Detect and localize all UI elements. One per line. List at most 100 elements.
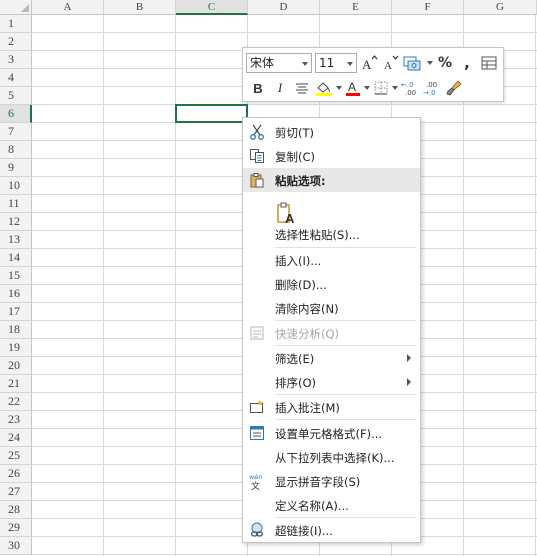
row-header[interactable]: 18: [0, 321, 32, 339]
row-header[interactable]: 12: [0, 213, 32, 231]
row-header[interactable]: 5: [0, 87, 32, 105]
bold-button[interactable]: B: [248, 78, 268, 98]
menu-item-cut[interactable]: 剪切(T): [243, 120, 420, 144]
font-name-value: 宋体: [250, 56, 275, 70]
menu-item-hyperlink[interactable]: 超链接(I)...: [243, 518, 420, 542]
row-header[interactable]: 23: [0, 411, 32, 429]
menu-item-label: 超链接(I)...: [275, 524, 333, 538]
menu-item-filter[interactable]: 筛选(E): [243, 346, 420, 370]
format-table-button[interactable]: [479, 53, 499, 73]
decrease-decimal-button[interactable]: .00 →.0: [422, 78, 442, 98]
row-header[interactable]: 17: [0, 303, 32, 321]
column-header-g[interactable]: G: [464, 0, 537, 15]
column-header-b[interactable]: B: [104, 0, 176, 15]
menu-item-delete[interactable]: 删除(D)...: [243, 272, 420, 296]
chevron-right-icon: [407, 378, 411, 386]
column-header-a[interactable]: A: [32, 0, 104, 15]
row-header[interactable]: 8: [0, 141, 32, 159]
percent-style-button[interactable]: %: [435, 53, 455, 73]
font-name-select[interactable]: 宋体: [246, 53, 312, 73]
hyperlink-icon: [248, 521, 266, 539]
chevron-right-icon: [407, 354, 411, 362]
menu-item-label: 复制(C): [275, 150, 316, 164]
menu-item-sort[interactable]: 排序(O): [243, 370, 420, 394]
decrease-font-icon: A: [384, 55, 399, 72]
row-header[interactable]: 11: [0, 195, 32, 213]
grid-line: [32, 554, 537, 555]
menu-item-paste-special[interactable]: 选择性粘贴(S)...: [243, 222, 420, 246]
fill-color-button[interactable]: [314, 78, 342, 98]
row-header[interactable]: 3: [0, 51, 32, 69]
comma-style-button[interactable]: ,: [457, 53, 477, 73]
grid-line: [535, 15, 536, 556]
column-header-e[interactable]: E: [320, 0, 392, 15]
row-header[interactable]: 6: [0, 105, 32, 123]
italic-button[interactable]: I: [270, 78, 290, 98]
row-header[interactable]: 1: [0, 15, 32, 33]
row-header[interactable]: 7: [0, 123, 32, 141]
menu-item-label: 显示拼音字段(S): [275, 475, 361, 489]
row-header[interactable]: 20: [0, 357, 32, 375]
row-header[interactable]: 29: [0, 519, 32, 537]
menu-item-show-phonetic[interactable]: wén 文 显示拼音字段(S): [243, 469, 420, 493]
svg-text:wén: wén: [249, 473, 262, 481]
row-header[interactable]: 30: [0, 537, 32, 555]
phonetic-icon: wén 文: [248, 472, 266, 490]
accounting-format-icon: [403, 56, 421, 71]
active-cell-c6[interactable]: [175, 104, 250, 125]
row-header[interactable]: 10: [0, 177, 32, 195]
menu-item-pick-from-list[interactable]: 从下拉列表中选择(K)...: [243, 445, 420, 469]
menu-item-copy[interactable]: 复制(C): [243, 144, 420, 168]
decrease-font-size-button[interactable]: A: [381, 53, 401, 73]
borders-button[interactable]: [372, 78, 398, 98]
svg-text:.00: .00: [405, 89, 416, 97]
format-painter-button[interactable]: [444, 78, 464, 98]
grid-line: [32, 104, 537, 105]
menu-item-label: 粘贴选项:: [275, 174, 326, 188]
menu-item-label: 插入(I)...: [275, 254, 322, 268]
row-header[interactable]: 19: [0, 339, 32, 357]
menu-item-clear-contents[interactable]: 清除内容(N): [243, 296, 420, 320]
row-header[interactable]: 16: [0, 285, 32, 303]
menu-item-label: 设置单元格格式(F)...: [275, 427, 383, 441]
chevron-down-icon: [336, 86, 342, 90]
increase-decimal-icon: ←.0 .00: [401, 81, 416, 97]
font-color-button[interactable]: A: [344, 78, 370, 98]
row-header[interactable]: 2: [0, 33, 32, 51]
svg-text:←.0: ←.0: [401, 81, 414, 89]
row-header[interactable]: 27: [0, 483, 32, 501]
menu-item-insert[interactable]: 插入(I)...: [243, 248, 420, 272]
row-header[interactable]: 13: [0, 231, 32, 249]
font-size-select[interactable]: 11: [315, 53, 357, 73]
row-header[interactable]: 28: [0, 501, 32, 519]
column-header-d[interactable]: D: [248, 0, 320, 15]
row-header[interactable]: 24: [0, 429, 32, 447]
row-header[interactable]: 21: [0, 375, 32, 393]
menu-item-format-cells[interactable]: 设置单元格格式(F)...: [243, 421, 420, 445]
menu-item-define-name[interactable]: 定义名称(A)...: [243, 493, 420, 517]
increase-font-size-button[interactable]: A: [359, 53, 379, 73]
row-header[interactable]: 26: [0, 465, 32, 483]
row-header[interactable]: 9: [0, 159, 32, 177]
menu-item-label: 定义名称(A)...: [275, 499, 349, 513]
chevron-down-icon: [427, 61, 433, 65]
column-header-f[interactable]: F: [392, 0, 464, 15]
grid-line: [103, 15, 104, 556]
svg-text:→.0: →.0: [423, 89, 436, 97]
increase-decimal-button[interactable]: ←.0 .00: [400, 78, 420, 98]
align-center-button[interactable]: [292, 78, 312, 98]
row-header[interactable]: 22: [0, 393, 32, 411]
font-size-value: 11: [319, 56, 335, 70]
select-all-corner[interactable]: [0, 0, 32, 15]
accounting-format-button[interactable]: [403, 53, 433, 73]
row-header[interactable]: 14: [0, 249, 32, 267]
font-color-icon: A: [346, 80, 360, 96]
format-cells-icon: [248, 424, 266, 442]
scissors-icon: [248, 123, 266, 141]
row-header[interactable]: 25: [0, 447, 32, 465]
menu-item-label: 快速分析(Q): [275, 327, 340, 341]
menu-item-insert-comment[interactable]: 插入批注(M): [243, 395, 420, 419]
row-header[interactable]: 15: [0, 267, 32, 285]
column-header-c[interactable]: C: [176, 0, 248, 15]
row-header[interactable]: 4: [0, 69, 32, 87]
